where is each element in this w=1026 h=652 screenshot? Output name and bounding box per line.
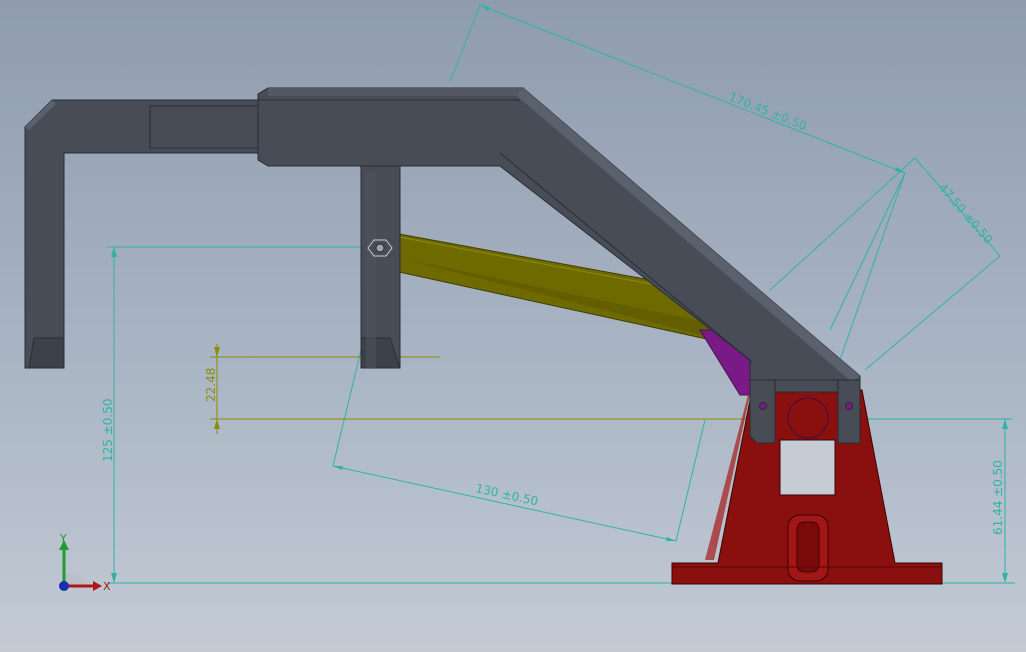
- x-axis-label: X: [103, 580, 111, 593]
- hex-nut-icon: [367, 239, 393, 257]
- y-axis-label: Y: [59, 532, 67, 545]
- dim-47-label: 47.50 ±0.50: [936, 181, 996, 247]
- cad-viewport[interactable]: 170.45 ±0.50 47.50 ±0.50 130 ±0.50 125 ±…: [0, 0, 1026, 652]
- pin-hole-icon: [759, 402, 767, 410]
- pin-hole-icon: [845, 402, 853, 410]
- dim-170-label: 170.45 ±0.50: [727, 90, 809, 133]
- z-axis-icon: [59, 581, 69, 591]
- coordinate-triad: Y X: [59, 532, 111, 593]
- cad-drawing: 170.45 ±0.50 47.50 ±0.50 130 ±0.50 125 ±…: [24, 4, 1015, 593]
- dim-22-label: 22.48: [204, 368, 218, 402]
- base-window: [779, 439, 836, 496]
- dim-61-label: 61.44 ±0.50: [991, 460, 1005, 535]
- dim-125-label: 125 ±0.50: [101, 399, 115, 463]
- dimension-125[interactable]: 125 ±0.50: [101, 246, 372, 583]
